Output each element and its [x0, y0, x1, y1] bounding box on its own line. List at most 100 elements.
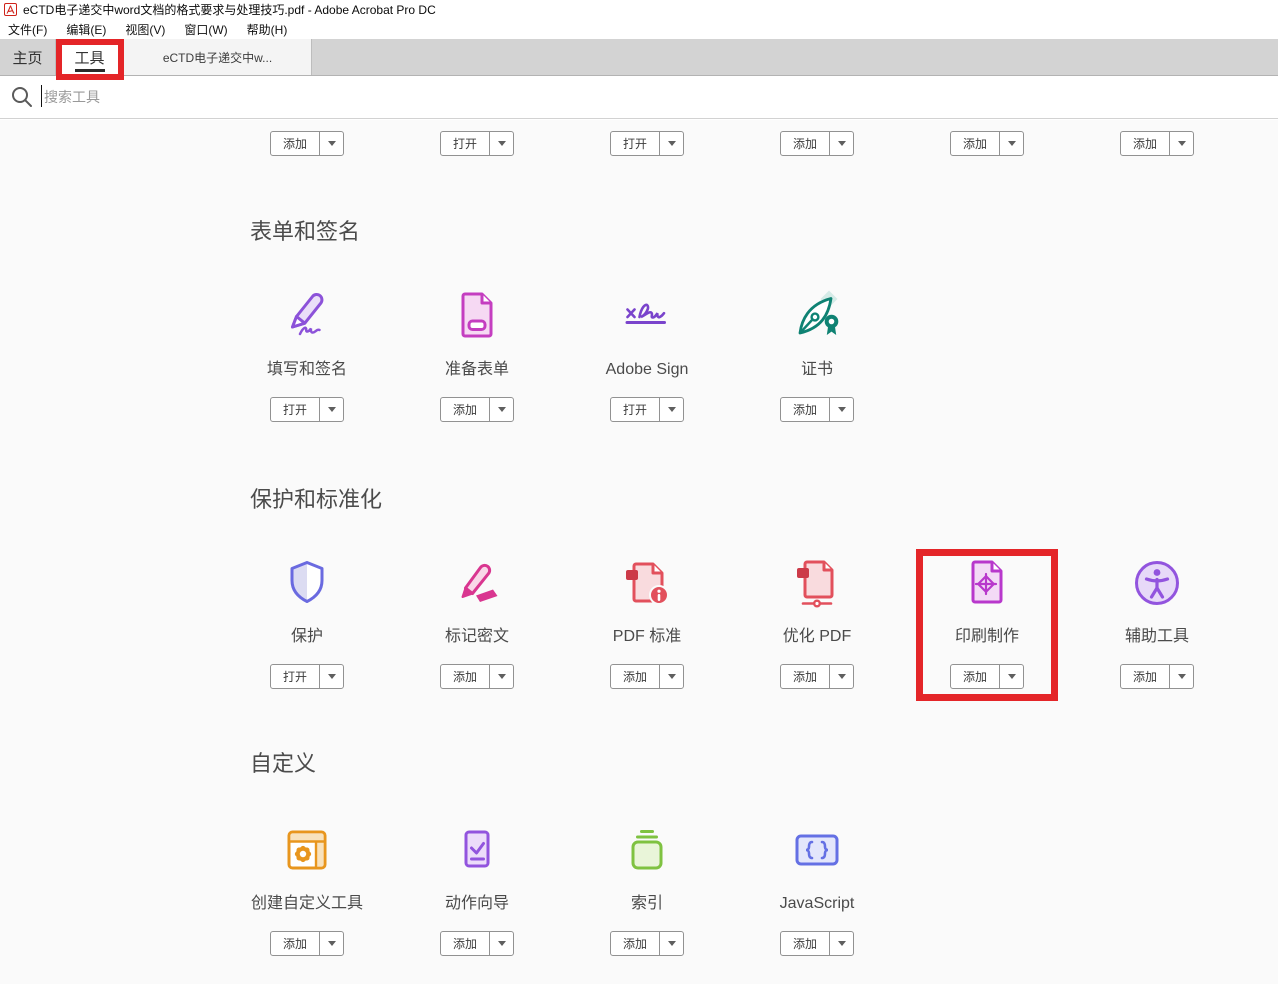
dropdown-arrow-icon[interactable] — [830, 932, 853, 955]
optimize-pdf-add-button[interactable]: 添加 — [780, 664, 854, 689]
adobe-sign-open-button[interactable]: 打开 — [610, 397, 684, 422]
menu-view[interactable]: 视图(V) — [117, 19, 176, 40]
menu-window[interactable]: 窗口(W) — [176, 19, 238, 40]
dropdown-arrow-icon[interactable] — [660, 932, 683, 955]
index-add-button[interactable]: 添加 — [610, 931, 684, 956]
action-wizard-icon — [449, 822, 505, 878]
tool-action-button[interactable]: 打开 — [440, 131, 514, 156]
redact-icon — [449, 555, 505, 611]
certificates-icon — [789, 288, 845, 344]
pdf-standards-icon — [619, 555, 675, 611]
tool-label: 保护 — [291, 627, 323, 647]
print-production-icon — [959, 555, 1015, 611]
dropdown-arrow-icon[interactable] — [1000, 665, 1023, 688]
tool-card-accessibility[interactable]: 辅助工具 添加 — [1072, 555, 1242, 689]
tool-card-certificates[interactable]: 证书 添加 — [732, 288, 902, 422]
dropdown-arrow-icon[interactable] — [660, 132, 683, 155]
tool-label: 填写和签名 — [267, 360, 347, 380]
dropdown-arrow-icon[interactable] — [320, 665, 343, 688]
tool-card-create-custom-tool[interactable]: 创建自定义工具 添加 — [222, 822, 392, 956]
tool-action-button[interactable]: 添加 — [950, 131, 1024, 156]
certificates-add-button[interactable]: 添加 — [780, 397, 854, 422]
dropdown-arrow-icon[interactable] — [1170, 665, 1193, 688]
javascript-add-button[interactable]: 添加 — [780, 931, 854, 956]
active-tab-indicator — [75, 69, 105, 72]
javascript-icon — [789, 822, 845, 878]
index-icon — [619, 822, 675, 878]
menu-file[interactable]: 文件(F) — [0, 19, 58, 40]
prepare-form-icon — [449, 288, 505, 344]
section-title-customize: 自定义 — [250, 750, 316, 778]
tool-label: JavaScript — [780, 894, 855, 914]
tab-bar: 主页 工具 eCTD电子递交中w... — [0, 39, 1278, 76]
tool-label: 证书 — [801, 360, 833, 380]
tool-label: 优化 PDF — [783, 627, 851, 647]
protect-open-button[interactable]: 打开 — [270, 664, 344, 689]
dropdown-arrow-icon[interactable] — [660, 398, 683, 421]
dropdown-arrow-icon[interactable] — [490, 398, 513, 421]
section-title-protect-standardize: 保护和标准化 — [250, 486, 382, 514]
prepare-form-add-button[interactable]: 添加 — [440, 397, 514, 422]
tool-card-action-wizard[interactable]: 动作向导 添加 — [392, 822, 562, 956]
dropdown-arrow-icon[interactable] — [490, 665, 513, 688]
top-partial-button-row: 添加 打开 打开 添加 添加 添加 — [222, 131, 1242, 156]
tool-label: 索引 — [631, 894, 663, 914]
tool-card-protect[interactable]: 保护 打开 — [222, 555, 392, 689]
tab-tools[interactable]: 工具 — [56, 39, 124, 75]
tool-label: 标记密文 — [445, 627, 509, 647]
search-tools-input[interactable] — [44, 82, 944, 112]
create-custom-tool-add-button[interactable]: 添加 — [270, 931, 344, 956]
tool-action-button[interactable]: 添加 — [270, 131, 344, 156]
fill-and-sign-open-button[interactable]: 打开 — [270, 397, 344, 422]
tool-action-button[interactable]: 打开 — [610, 131, 684, 156]
pdf-standards-add-button[interactable]: 添加 — [610, 664, 684, 689]
menu-bar: 文件(F) 编辑(E) 视图(V) 窗口(W) 帮助(H) — [0, 19, 1278, 39]
text-cursor — [41, 85, 42, 107]
dropdown-arrow-icon[interactable] — [490, 932, 513, 955]
tool-label: 创建自定义工具 — [251, 894, 363, 914]
tool-card-index[interactable]: 索引 添加 — [562, 822, 732, 956]
dropdown-arrow-icon[interactable] — [490, 132, 513, 155]
dropdown-arrow-icon[interactable] — [1170, 132, 1193, 155]
tool-card-redact[interactable]: 标记密文 添加 — [392, 555, 562, 689]
dropdown-arrow-icon[interactable] — [660, 665, 683, 688]
fill-and-sign-icon — [279, 288, 335, 344]
tool-card-pdf-standards[interactable]: PDF 标准 添加 — [562, 555, 732, 689]
tool-card-fill-and-sign[interactable]: 填写和签名 打开 — [222, 288, 392, 422]
dropdown-arrow-icon[interactable] — [320, 932, 343, 955]
tool-action-button[interactable]: 添加 — [780, 131, 854, 156]
accessibility-add-button[interactable]: 添加 — [1120, 664, 1194, 689]
tool-card-adobe-sign[interactable]: Adobe Sign 打开 — [562, 288, 732, 422]
dropdown-arrow-icon[interactable] — [830, 665, 853, 688]
tool-card-prepare-form[interactable]: 准备表单 添加 — [392, 288, 562, 422]
window-title: eCTD电子递交中word文档的格式要求与处理技巧.pdf - Adobe Ac… — [23, 1, 436, 18]
tool-label: 印刷制作 — [955, 627, 1019, 647]
tool-label: 辅助工具 — [1125, 627, 1189, 647]
dropdown-arrow-icon[interactable] — [320, 132, 343, 155]
dropdown-arrow-icon[interactable] — [830, 132, 853, 155]
tool-label: 准备表单 — [445, 360, 509, 380]
window-titlebar: eCTD电子递交中word文档的格式要求与处理技巧.pdf - Adobe Ac… — [0, 0, 1278, 19]
dropdown-arrow-icon[interactable] — [830, 398, 853, 421]
action-wizard-add-button[interactable]: 添加 — [440, 931, 514, 956]
accessibility-icon — [1129, 555, 1185, 611]
search-bar — [0, 76, 1278, 119]
tool-label: 动作向导 — [445, 894, 509, 914]
redact-add-button[interactable]: 添加 — [440, 664, 514, 689]
tool-card-optimize-pdf[interactable]: 优化 PDF 添加 — [732, 555, 902, 689]
adobe-sign-icon — [619, 288, 675, 344]
tab-document[interactable]: eCTD电子递交中w... — [124, 39, 312, 75]
tool-row-customize: 创建自定义工具 添加 动作向导 添加 索引 添加 — [222, 822, 902, 956]
tool-card-print-production[interactable]: 印刷制作 添加 — [902, 555, 1072, 689]
dropdown-arrow-icon[interactable] — [320, 398, 343, 421]
tool-label: PDF 标准 — [613, 627, 681, 647]
menu-help[interactable]: 帮助(H) — [239, 19, 299, 40]
menu-edit[interactable]: 编辑(E) — [58, 19, 117, 40]
optimize-pdf-icon — [789, 555, 845, 611]
tool-card-javascript[interactable]: JavaScript 添加 — [732, 822, 902, 956]
print-production-add-button[interactable]: 添加 — [950, 664, 1024, 689]
dropdown-arrow-icon[interactable] — [1000, 132, 1023, 155]
tab-home[interactable]: 主页 — [0, 39, 56, 75]
tool-action-button[interactable]: 添加 — [1120, 131, 1194, 156]
tool-row-forms-signatures: 填写和签名 打开 准备表单 添加 Adobe Sign 打开 — [222, 288, 902, 422]
